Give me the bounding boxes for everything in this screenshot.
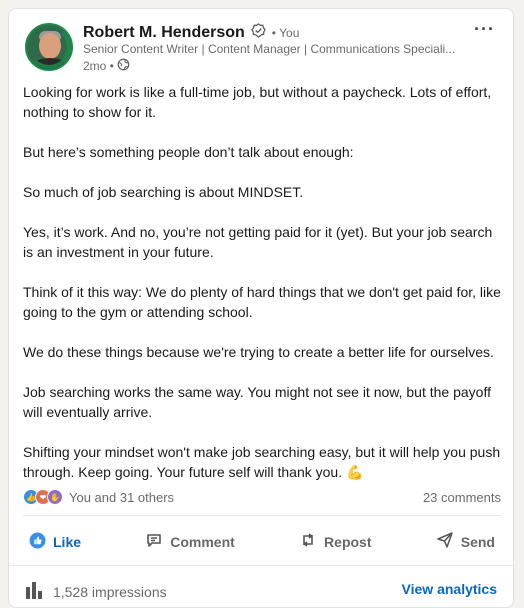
post-time: 2mo • <box>83 59 114 73</box>
comments-count[interactable]: 23 comments <box>423 490 501 505</box>
send-icon <box>436 531 454 552</box>
reactions-text[interactable]: You and 31 others <box>69 490 174 505</box>
post-paragraph: Think of it this way: We do plenty of ha… <box>23 284 501 320</box>
reactions-summary[interactable]: 👍 ❤ ✋ You and 31 others <box>23 489 174 505</box>
repost-icon <box>299 531 317 552</box>
post-paragraph: Yes, it’s work. And no, you’re not getti… <box>23 224 493 260</box>
support-reaction-icon: ✋ <box>47 489 63 505</box>
author-headline: Senior Content Writer | Content Manager … <box>83 42 456 56</box>
impressions-count: 1,528 impressions <box>53 583 167 600</box>
send-button[interactable]: Send <box>424 521 507 562</box>
post-paragraph: Shifting your mindset won't make job sea… <box>23 444 501 480</box>
globe-icon <box>117 58 130 74</box>
opentowork-ring <box>27 25 71 69</box>
thumbs-up-icon <box>29 532 46 552</box>
post-paragraph: Looking for work is like a full-time job… <box>23 84 492 120</box>
footer-divider <box>9 565 513 566</box>
post-body: Looking for work is like a full-time job… <box>23 82 503 502</box>
post-card: Robert M. Henderson • You Senior Content… <box>8 8 514 608</box>
comment-label: Comment <box>170 533 235 550</box>
send-label: Send <box>460 533 495 550</box>
post-paragraph: We do these things because we're trying … <box>23 344 494 360</box>
view-analytics-link[interactable]: View analytics <box>402 581 497 597</box>
author-name[interactable]: Robert M. Henderson <box>83 24 245 42</box>
author-name-row: Robert M. Henderson • You <box>83 23 299 43</box>
more-options-button[interactable]: ··· <box>474 19 495 40</box>
social-counts: 👍 ❤ ✋ You and 31 others 23 comments <box>23 489 501 505</box>
repost-button[interactable]: Repost <box>287 521 383 562</box>
post-paragraph: So much of job searching is about MINDSE… <box>23 184 304 200</box>
reaction-icons: 👍 ❤ ✋ <box>23 489 63 505</box>
comment-button[interactable]: Comment <box>133 521 247 562</box>
post-paragraph: But here’s something people don’t talk a… <box>23 144 354 160</box>
post-paragraph: Job searching works the same way. You mi… <box>23 384 491 420</box>
you-label: • You <box>271 26 300 40</box>
post-actions: Like Comment Repost Send <box>17 521 507 562</box>
author-avatar[interactable] <box>25 23 73 71</box>
repost-label: Repost <box>324 533 372 550</box>
comment-icon <box>145 531 163 552</box>
like-label: Like <box>53 533 82 550</box>
post-meta: 2mo • <box>83 58 130 74</box>
divider <box>23 515 501 516</box>
verified-icon <box>250 23 266 43</box>
like-button[interactable]: Like <box>17 521 93 562</box>
